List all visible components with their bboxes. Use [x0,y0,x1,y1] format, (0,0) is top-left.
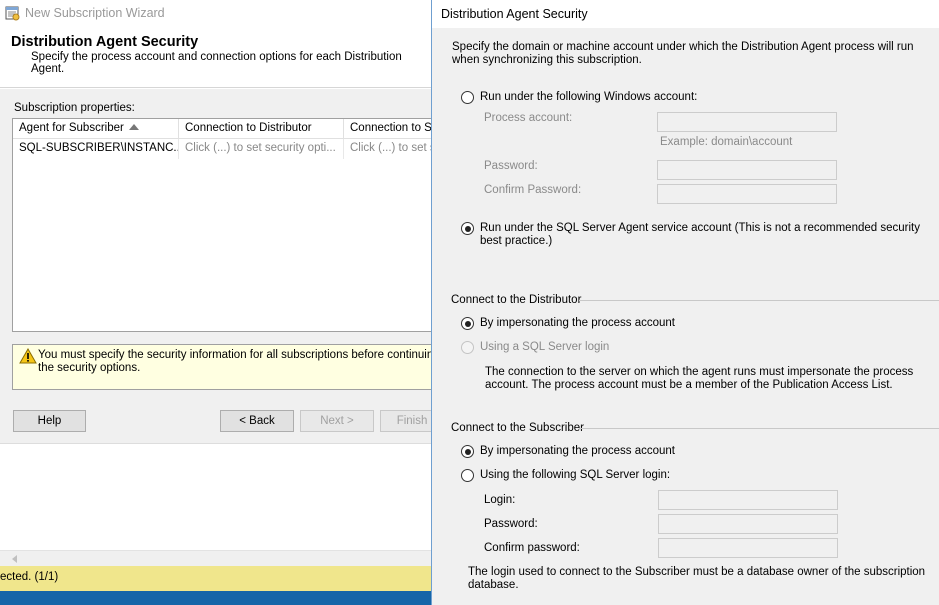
subscriber-note: The login used to connect to the Subscri… [468,566,926,591]
warning-text: You must specify the security informatio… [38,349,432,374]
windows-account-label[interactable]: Run under the following Windows account: [480,91,697,103]
divider [579,300,939,301]
confirm-password-input[interactable] [657,184,837,204]
column-header-agent-for-subscriber[interactable]: Agent for Subscriber [13,119,179,139]
warning-message-box: You must specify the security informatio… [12,344,432,390]
back-button[interactable]: < Back [220,410,294,432]
warning-icon [19,347,37,364]
process-account-input[interactable] [657,112,837,132]
horizontal-scrollbar[interactable] [0,550,432,566]
wizard-page-subtitle: Specify the process account and connecti… [31,51,402,75]
process-account-example: Example: domain\account [660,136,793,148]
subscriber-confirm-password-label: Confirm password: [484,542,580,554]
finish-button[interactable]: Finish > [380,410,432,432]
column-header-label: Connection to Distributor [185,122,312,134]
subscription-properties-label: Subscription properties: [14,102,135,114]
wizard-titlebar: New Subscription Wizard [0,0,432,28]
subscriber-group-title: Connect to the Subscriber [451,422,584,434]
wizard-lower-area [0,444,432,550]
subscriber-confirm-password-input[interactable] [658,538,838,558]
distributor-sql-login-radio[interactable] [461,341,474,354]
process-account-label: Process account: [484,112,573,124]
subscriber-password-label: Password: [484,518,538,530]
wizard-body: Subscription properties: Agent for Subsc… [0,89,432,444]
dialog-intro-text: Specify the domain or machine account un… [452,41,914,66]
column-header-label: Connection to Su [350,122,432,134]
distributor-note: The connection to the server on which th… [485,366,914,391]
subscriber-password-input[interactable] [658,514,838,534]
subscription-properties-grid[interactable]: Agent for Subscriber Connection to Distr… [12,118,432,332]
divider [579,428,939,429]
help-button[interactable]: Help [13,410,86,432]
distributor-impersonate-radio[interactable] [461,317,474,330]
distributor-sql-login-label[interactable]: Using a SQL Server login [480,341,609,353]
cell-agent-for-subscriber[interactable]: SQL-SUBSCRIBER\INSTANC... [13,139,179,159]
wizard-app-icon [4,5,20,21]
dialog-title: Distribution Agent Security [441,7,588,21]
status-bar: ected. (1/1) [0,566,432,591]
wizard-title: New Subscription Wizard [25,6,165,20]
dialog-titlebar: Distribution Agent Security [432,0,939,28]
sort-ascending-icon [129,124,139,130]
subscriber-impersonate-radio[interactable] [461,445,474,458]
subscriber-impersonate-label[interactable]: By impersonating the process account [480,445,675,457]
cell-connection-to-subscriber[interactable]: Click (...) to set s [344,139,432,159]
windows-account-radio[interactable] [461,91,474,104]
table-row[interactable]: SQL-SUBSCRIBER\INSTANC... Click (...) to… [13,139,432,159]
login-label: Login: [484,494,516,506]
cell-connection-to-distributor[interactable]: Click (...) to set security opti... [179,139,344,159]
confirm-password-label: Confirm Password: [484,184,582,196]
subscriber-sql-login-label[interactable]: Using the following SQL Server login: [480,469,670,481]
sql-agent-account-label[interactable]: Run under the SQL Server Agent service a… [480,222,920,248]
distributor-impersonate-label[interactable]: By impersonating the process account [480,317,675,329]
password-input[interactable] [657,160,837,180]
wizard-page-header: Distribution Agent Security Specify the … [0,28,432,88]
wizard-page-title: Distribution Agent Security [11,34,199,50]
taskbar-strip [0,591,432,605]
login-input[interactable] [658,490,838,510]
distribution-agent-security-dialog: Distribution Agent Security Specify the … [431,0,939,605]
column-header-connection-to-distributor[interactable]: Connection to Distributor [179,119,344,139]
status-text: ected. (1/1) [0,571,59,583]
next-button[interactable]: Next > [300,410,374,432]
column-header-label: Agent for Subscriber [19,122,124,134]
distributor-group-title: Connect to the Distributor [451,294,582,306]
subscriber-sql-login-radio[interactable] [461,469,474,482]
scroll-left-arrow-icon[interactable] [12,555,17,563]
sql-agent-account-radio[interactable] [461,222,474,235]
grid-header: Agent for Subscriber Connection to Distr… [13,119,432,139]
password-label: Password: [484,160,538,172]
column-header-connection-to-subscriber[interactable]: Connection to Su [344,119,432,139]
new-subscription-wizard-window: New Subscription Wizard Distribution Age… [0,0,432,605]
